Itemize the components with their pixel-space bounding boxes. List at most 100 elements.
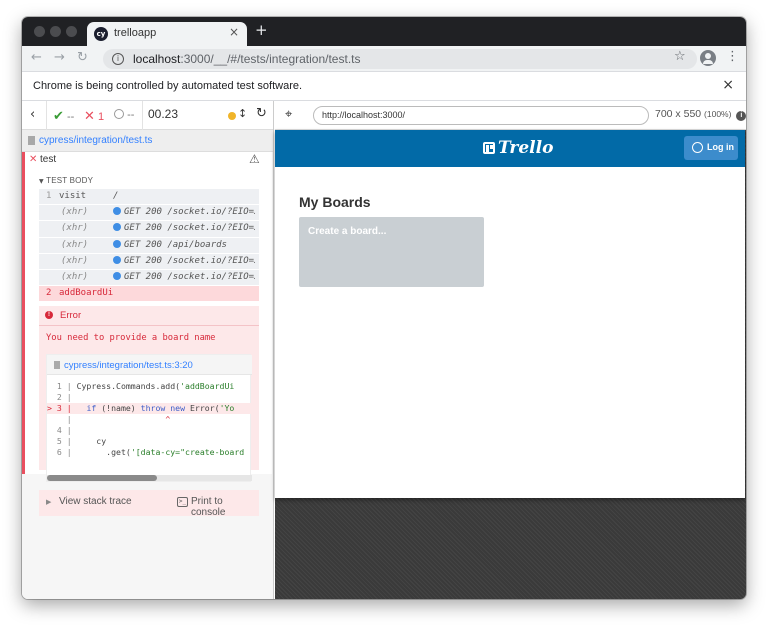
tab-bar: cy trelloapp × +	[22, 17, 746, 46]
create-board-card[interactable]: Create a board...	[299, 217, 484, 287]
back-icon[interactable]: ←	[31, 50, 42, 65]
scrollbar-thumb[interactable]	[47, 475, 157, 481]
command-row[interactable]: 1 visit /	[39, 189, 259, 206]
run-duration: 00.23	[148, 107, 179, 121]
code-text: cy	[76, 436, 107, 446]
xhr-message: GET 200 /socket.io/?EIO=3&…	[124, 271, 255, 282]
command-name: (xhr)	[61, 255, 89, 266]
code-line: 1 | Cypress.Commands.add('addBoardUi	[47, 381, 252, 392]
viewport-info-icon: i	[736, 111, 746, 121]
line-number: 1 |	[47, 381, 77, 391]
site-info-icon[interactable]: i	[112, 53, 124, 65]
running-indicator-icon	[228, 112, 236, 120]
failed-count[interactable]: ✕ 1	[84, 109, 104, 124]
login-button[interactable]: Log in	[684, 136, 738, 160]
tab-close-icon[interactable]: ×	[229, 25, 239, 39]
command-row[interactable]: (xhr) GET 200 /socket.io/?EIO=3&…	[39, 253, 259, 270]
stack-trace-row: ▶ View stack trace >_ Print to console	[39, 490, 259, 518]
line-number: 4 |	[47, 425, 77, 435]
highlighted-code-line: > 3 | if (!name) throw new Error('Yo	[47, 403, 252, 414]
address-bar[interactable]: i localhost:3000/__/#/tests/integration/…	[103, 49, 697, 69]
code-string: 'Yo	[219, 403, 235, 413]
auto-scroll-icon[interactable]: ↕	[238, 107, 247, 120]
code-line: 5 | cy	[47, 436, 252, 447]
command-name: visit	[59, 191, 87, 201]
command-row[interactable]: (xhr) GET 200 /socket.io/?EIO=3&…	[39, 269, 259, 287]
passed-count[interactable]: ✔ --	[53, 109, 74, 124]
code-text: Cypress.Commands.add(	[76, 381, 181, 391]
error-message: You need to provide a board name	[46, 333, 216, 343]
horizontal-scrollbar[interactable]	[47, 475, 252, 481]
menu-kebab-icon[interactable]: ⋮	[726, 49, 739, 64]
error-panel: ! Error You need to provide a board name…	[39, 306, 259, 482]
spec-file-link[interactable]: cypress/integration/test.ts	[39, 135, 152, 146]
hook-label[interactable]: ▼ TEST BODY	[39, 176, 93, 185]
command-name: (xhr)	[61, 271, 89, 282]
command-message: GET 200 /socket.io/?EIO=3&…	[113, 271, 255, 282]
command-message: GET 200 /socket.io/?EIO=3&…	[113, 207, 255, 217]
browser-window: cy trelloapp × + ← → ↻ i localhost:3000/…	[22, 17, 746, 599]
tab-title: trelloapp	[114, 27, 157, 39]
profile-avatar-icon[interactable]	[700, 50, 716, 66]
app-under-test: Trello Log in My Boards Create a board..…	[275, 130, 745, 498]
passed-value: --	[66, 111, 75, 123]
error-title: Error	[60, 310, 82, 321]
divider	[142, 101, 143, 130]
url-host: localhost	[133, 52, 181, 66]
viewport-size: 700 x 550	[655, 108, 702, 120]
view-stack-trace-link[interactable]: View stack trace	[59, 496, 132, 507]
bookmark-star-icon[interactable]: ☆	[674, 49, 686, 64]
login-label: Log in	[707, 142, 734, 152]
command-message: GET 200 /socket.io/?EIO=3&…	[113, 255, 255, 266]
address-url[interactable]: localhost:3000/__/#/tests/integration/te…	[133, 52, 361, 66]
failed-command-row[interactable]: 2 addBoardUi	[39, 286, 259, 303]
xhr-status-icon	[113, 271, 121, 280]
viewport-info[interactable]: 700 x 550 (100%) i	[655, 108, 746, 121]
command-row[interactable]: (xhr) GET 200 /api/boards	[39, 237, 259, 254]
infobar-text: Chrome is being controlled by automated …	[33, 80, 303, 92]
expand-caret-icon[interactable]: ▶	[46, 498, 51, 506]
rerun-icon[interactable]: ↻	[256, 106, 267, 121]
automation-infobar: Chrome is being controlled by automated …	[22, 72, 746, 101]
command-row[interactable]: (xhr) GET 200 /socket.io/?EIO=3&…	[39, 221, 259, 238]
test-name: test	[40, 154, 57, 165]
minimize-window-button[interactable]	[50, 26, 61, 37]
trello-board-icon	[483, 142, 495, 154]
new-tab-button[interactable]: +	[255, 21, 268, 39]
command-name: addBoardUi	[59, 288, 114, 299]
reload-icon[interactable]: ↻	[77, 50, 88, 65]
reporter-header: ‹ ✔ -- ✕ 1 -- 00.23 ↕ ↻	[22, 101, 273, 130]
command-number: 2	[46, 288, 52, 299]
xhr-status-icon	[113, 207, 121, 216]
back-to-specs-icon[interactable]: ‹	[30, 107, 35, 122]
command-log: 1 visit / (xhr) GET 200 /socket.io/?EIO=…	[39, 189, 259, 303]
check-icon: ✔	[53, 109, 64, 124]
file-icon	[28, 136, 35, 145]
trello-logo-text: Trello	[498, 138, 554, 158]
print-to-console-button[interactable]: Print to console	[191, 496, 259, 518]
code-frame: cypress/integration/test.ts:3:20 1 | Cyp…	[46, 354, 252, 482]
forward-icon[interactable]: →	[54, 50, 65, 65]
pending-count[interactable]: --	[114, 109, 134, 121]
selector-playground-icon[interactable]: ⌖	[285, 107, 292, 122]
spec-path-bar: cypress/integration/test.ts	[22, 130, 273, 152]
infobar-close-icon[interactable]: ×	[722, 77, 734, 93]
test-title-row[interactable]: ✕ test ⚠	[25, 152, 272, 169]
xhr-message: GET 200 /api/boards	[124, 239, 227, 250]
file-icon	[54, 361, 60, 369]
code-line: 4 |	[47, 425, 252, 436]
command-row[interactable]: (xhr) GET 200 /socket.io/?EIO=3&…	[39, 205, 259, 222]
command-message: /	[113, 191, 119, 201]
maximize-window-button[interactable]	[66, 26, 77, 37]
browser-tab[interactable]: cy trelloapp ×	[87, 22, 247, 46]
cypress-favicon-icon: cy	[94, 27, 108, 41]
xhr-status-icon	[113, 255, 121, 264]
error-header: ! Error	[39, 306, 259, 326]
code-frame-file-link[interactable]: cypress/integration/test.ts:3:20	[64, 360, 193, 371]
code-text: Error(	[185, 403, 220, 413]
close-window-button[interactable]	[34, 26, 45, 37]
code-text: (!name)	[96, 403, 141, 413]
aut-url-field[interactable]: http://localhost:3000/	[313, 106, 649, 125]
terminal-icon: >_	[177, 497, 188, 507]
collapse-caret-icon: ▼	[39, 178, 44, 185]
